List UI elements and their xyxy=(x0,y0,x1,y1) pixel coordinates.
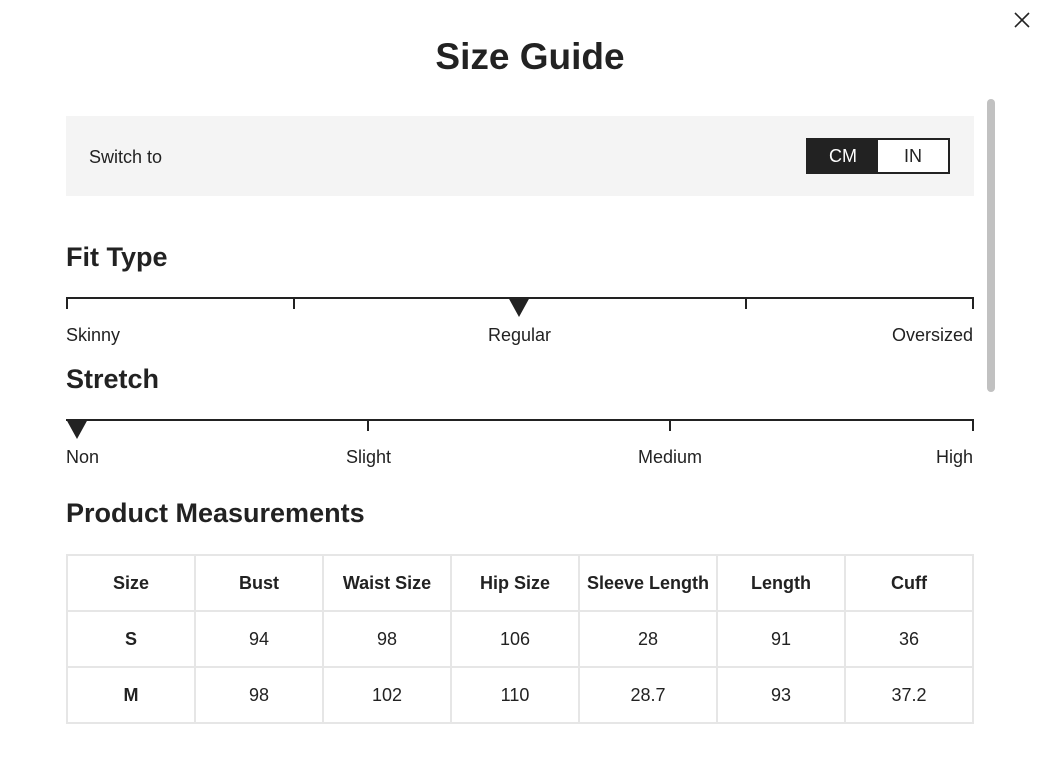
column-header-bust: Bust xyxy=(194,554,324,612)
scale-tick xyxy=(669,419,671,431)
column-header-hip-size: Hip Size xyxy=(450,554,580,612)
unit-toggle: CM IN xyxy=(806,138,950,174)
column-header-size: Size xyxy=(66,554,196,612)
table-cell: 93 xyxy=(716,666,846,724)
column-header-length: Length xyxy=(716,554,846,612)
unit-option-cm[interactable]: CM xyxy=(808,140,878,172)
unit-option-in[interactable]: IN xyxy=(878,140,948,172)
fit-type-title: Fit Type xyxy=(66,242,168,272)
scale-tick xyxy=(367,419,369,431)
scale-tick xyxy=(745,297,747,309)
fit-type-marker xyxy=(508,297,530,317)
close-icon xyxy=(1014,12,1030,28)
table-cell: 91 xyxy=(716,610,846,668)
fit-label-regular: Regular xyxy=(488,325,552,345)
table-cell: 94 xyxy=(194,610,324,668)
table-row: S 94 98 106 28 91 36 xyxy=(66,610,974,668)
stretch-label-medium: Medium xyxy=(638,447,703,467)
scale-tick xyxy=(293,297,295,309)
stretch-label-non: Non xyxy=(66,447,100,467)
scale-tick xyxy=(66,297,68,309)
table-cell-size: M xyxy=(66,666,196,724)
table-cell: 106 xyxy=(450,610,580,668)
measurements-table: Size Bust Waist Size Hip Size Sleeve Len… xyxy=(66,554,974,724)
stretch-scale: Non Slight Medium High xyxy=(66,419,974,469)
fit-type-scale: Skinny Regular Oversized xyxy=(66,297,974,347)
column-header-waist-size: Waist Size xyxy=(322,554,452,612)
unit-switch-label: Switch to xyxy=(89,147,163,167)
table-cell: 98 xyxy=(322,610,452,668)
table-cell: 37.2 xyxy=(844,666,974,724)
close-button[interactable] xyxy=(1010,8,1034,32)
table-row: M 98 102 110 28.7 93 37.2 xyxy=(66,666,974,724)
column-header-sleeve-length: Sleeve Length xyxy=(578,554,718,612)
fit-label-skinny: Skinny xyxy=(66,325,121,345)
modal-title: Size Guide xyxy=(435,36,625,77)
table-cell: 110 xyxy=(450,666,580,724)
stretch-marker xyxy=(66,419,88,439)
table-cell: 98 xyxy=(194,666,324,724)
scale-tick xyxy=(972,419,974,431)
scale-line xyxy=(66,419,974,421)
table-cell: 36 xyxy=(844,610,974,668)
table-cell-size: S xyxy=(66,610,196,668)
table-header-row: Size Bust Waist Size Hip Size Sleeve Len… xyxy=(66,554,974,612)
measurements-title: Product Measurements xyxy=(66,498,365,528)
scrollbar[interactable] xyxy=(987,99,995,392)
stretch-label-high: High xyxy=(935,447,973,467)
unit-switch-panel: Switch to CM IN xyxy=(66,116,974,196)
scale-tick xyxy=(972,297,974,309)
stretch-label-slight: Slight xyxy=(346,447,392,467)
table-cell: 28.7 xyxy=(578,666,718,724)
stretch-title: Stretch xyxy=(66,364,160,394)
table-cell: 102 xyxy=(322,666,452,724)
fit-label-oversized: Oversized xyxy=(891,325,973,345)
table-cell: 28 xyxy=(578,610,718,668)
column-header-cuff: Cuff xyxy=(844,554,974,612)
